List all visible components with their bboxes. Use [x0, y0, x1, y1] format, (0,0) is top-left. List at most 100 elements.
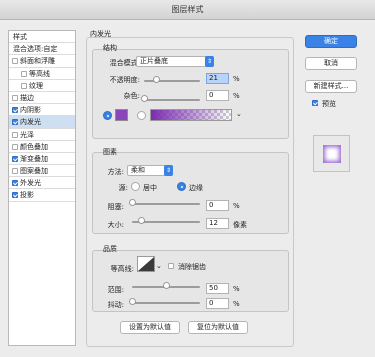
choke-slider-track[interactable] [132, 203, 200, 205]
sidebar-item-checkbox[interactable] [12, 107, 18, 114]
opacity-slider-knob[interactable] [152, 76, 160, 83]
gradient-radio[interactable] [137, 111, 146, 120]
sidebar-item-checkbox[interactable] [12, 58, 18, 65]
sidebar-item-label: 投影 [20, 191, 34, 200]
sidebar-item[interactable]: 光泽 [9, 129, 75, 141]
ok-button[interactable]: 确定 [305, 35, 357, 48]
source-edge-radio[interactable] [177, 182, 186, 191]
sidebar-item-checkbox[interactable] [12, 94, 18, 101]
elements-title: 图素 [103, 148, 117, 156]
quality-title: 品质 [103, 245, 117, 253]
sidebar-item-label: 样式 [13, 33, 27, 41]
sidebar-item[interactable]: 斜面和浮雕 [9, 55, 75, 68]
opacity-label: 不透明度: [109, 76, 140, 84]
sidebar-item[interactable]: 内发光 [9, 116, 75, 129]
jitter-slider-track[interactable] [132, 302, 200, 304]
chevron-down-icon[interactable]: ⌄ [156, 262, 162, 270]
make-default-button[interactable]: 设置为默认值 [120, 321, 180, 334]
jitter-slider-knob[interactable] [129, 298, 136, 305]
sidebar-item[interactable]: 外发光 [9, 177, 75, 190]
noise-label: 杂色: [123, 92, 140, 100]
source-edge-label: 边缘 [189, 184, 203, 192]
noise-slider-knob[interactable] [141, 95, 148, 102]
percent-label: % [233, 92, 240, 100]
contour-label: 等高线: [110, 265, 134, 273]
sidebar-item-checkbox[interactable] [21, 70, 27, 77]
style-preview [313, 135, 350, 172]
gradient-picker[interactable] [150, 109, 232, 121]
percent-label: % [233, 285, 240, 293]
size-slider-knob[interactable] [138, 217, 145, 224]
cancel-button[interactable]: 取消 [305, 57, 357, 70]
sidebar-item-label: 纹理 [29, 81, 43, 90]
style-list: 样式混合选项:自定 斜面和浮雕 等高线纹理描边内阴影 内发光 光泽 颜色叠加渐变叠加图案叠… [8, 30, 76, 346]
structure-title: 结构 [103, 44, 117, 52]
range-label: 范围: [107, 286, 124, 294]
size-unit-label: 像素 [233, 221, 247, 229]
antialias-label: 消除锯齿 [178, 263, 206, 271]
select-arrows-icon: ⇕ [164, 165, 173, 176]
sidebar-item[interactable]: 等高线 [9, 68, 75, 80]
sidebar-item-checkbox[interactable] [12, 168, 18, 175]
sidebar-item-checkbox[interactable] [12, 155, 18, 162]
jitter-input[interactable]: 0 [206, 298, 229, 309]
sidebar-item-label: 外发光 [20, 179, 41, 188]
preview-thumbnail [323, 145, 341, 163]
window-title: 图层样式 [0, 0, 375, 20]
source-center-radio[interactable] [131, 182, 140, 191]
preview-label: 预览 [322, 100, 336, 108]
preview-checkbox[interactable] [312, 100, 318, 106]
method-value: 柔和 [131, 166, 145, 174]
sidebar-item[interactable]: 颜色叠加 [9, 141, 75, 153]
contour-picker[interactable] [137, 256, 155, 272]
size-input[interactable]: 12 [206, 218, 229, 229]
new-style-button[interactable]: 新建样式... [305, 80, 357, 93]
select-arrows-icon: ⇕ [205, 56, 214, 67]
sidebar-item-label: 渐变叠加 [20, 154, 48, 163]
sidebar-item[interactable]: 内阴影 [9, 104, 75, 117]
sidebar-item[interactable]: 纹理 [9, 80, 75, 92]
sidebar-item-checkbox[interactable] [21, 82, 27, 89]
blend-mode-label: 混合模式: [109, 59, 140, 67]
method-select[interactable]: 柔和 ⇕ [127, 165, 173, 176]
sidebar-item-checkbox[interactable] [12, 119, 18, 126]
percent-label: % [233, 202, 240, 210]
opacity-input[interactable]: 21 [206, 73, 229, 84]
sidebar-item-label: 混合选项:自定 [13, 45, 58, 54]
percent-label: % [233, 75, 240, 83]
blend-mode-value: 正片叠底 [140, 57, 168, 65]
sidebar-item-checkbox[interactable] [12, 143, 18, 150]
sidebar-item-checkbox[interactable] [12, 180, 18, 187]
dialog-body: 样式混合选项:自定 斜面和浮雕 等高线纹理描边内阴影 内发光 光泽 颜色叠加渐变叠加图案叠… [0, 20, 375, 357]
blend-mode-select[interactable]: 正片叠底 ⇕ [136, 56, 214, 67]
choke-input[interactable]: 0 [206, 200, 229, 211]
noise-input[interactable]: 0 [206, 90, 229, 101]
sidebar-item-label: 图案叠加 [20, 167, 48, 176]
sidebar-item-checkbox[interactable] [12, 192, 18, 199]
range-slider-knob[interactable] [163, 282, 170, 289]
reset-default-button[interactable]: 复位为默认值 [188, 321, 248, 334]
sidebar-item[interactable]: 混合选项:自定 [9, 43, 75, 56]
jitter-label: 抖动: [107, 301, 124, 309]
size-label: 大小: [107, 221, 124, 229]
sidebar-item-label: 等高线 [29, 69, 50, 78]
chevron-down-icon[interactable]: ⌄ [236, 110, 242, 118]
range-input[interactable]: 50 [206, 283, 229, 294]
percent-label: % [233, 300, 240, 308]
sidebar-item-checkbox[interactable] [12, 131, 18, 138]
source-center-label: 居中 [143, 184, 157, 192]
sidebar-item[interactable]: 图案叠加 [9, 165, 75, 178]
sidebar-item[interactable]: 渐变叠加 [9, 153, 75, 166]
choke-slider-knob[interactable] [129, 199, 136, 206]
sidebar-item-label: 颜色叠加 [20, 142, 48, 151]
sidebar-item[interactable]: 样式 [9, 31, 75, 44]
sidebar-item[interactable]: 描边 [9, 92, 75, 105]
glow-color-swatch[interactable] [115, 109, 128, 121]
sidebar-item[interactable]: 投影 [9, 189, 75, 202]
solid-color-radio[interactable] [103, 111, 112, 120]
choke-label: 阻塞: [107, 203, 124, 211]
antialias-checkbox[interactable] [168, 263, 174, 269]
noise-slider-track[interactable] [144, 99, 200, 101]
method-label: 方法: [107, 168, 124, 176]
sidebar-item-label: 描边 [20, 93, 34, 102]
